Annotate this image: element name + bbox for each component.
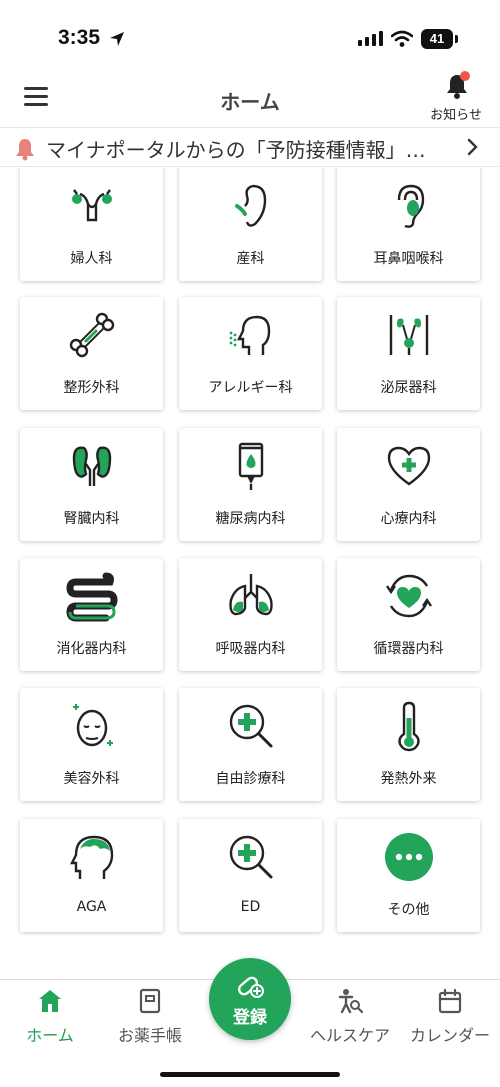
battery-tip: [455, 35, 458, 43]
category-label: 婦人科: [70, 251, 113, 267]
category-card[interactable]: 循環器内科: [337, 558, 480, 671]
category-card[interactable]: 自由診療科: [179, 688, 322, 801]
category-card[interactable]: 耳鼻咽喉科: [337, 168, 480, 281]
register-button[interactable]: 登録: [209, 958, 291, 1040]
category-card[interactable]: 産科: [179, 168, 322, 281]
lungs-icon: [225, 570, 277, 622]
allergy-head-icon: [225, 309, 277, 361]
notebook-icon: [139, 988, 161, 1014]
category-card[interactable]: AGA: [20, 819, 163, 932]
category-card[interactable]: 発熱外来: [337, 688, 480, 801]
tab-calendar[interactable]: カレンダー: [400, 980, 500, 1050]
chevron-right-icon: [467, 138, 478, 156]
category-card[interactable]: 消化器内科: [20, 558, 163, 671]
category-label: 産科: [236, 251, 265, 267]
category-label: 循環器内科: [373, 641, 444, 657]
thermometer-icon: [383, 700, 435, 752]
kidney-bladder-icon: [383, 309, 435, 361]
fetus-icon: [225, 180, 277, 232]
location-arrow-icon: [110, 32, 124, 46]
cellular-signal-icon: [358, 31, 383, 46]
heart-cross-icon: [383, 440, 435, 492]
category-card[interactable]: アレルギー科: [179, 297, 322, 410]
home-indicator: [160, 1072, 340, 1077]
category-label: 自由診療科: [215, 771, 286, 787]
category-card[interactable]: その他: [337, 819, 480, 932]
category-label: 心療内科: [380, 511, 437, 527]
battery-icon: 41: [421, 29, 453, 49]
bone-icon: [66, 309, 118, 361]
category-grid: 婦人科 産科 耳鼻咽喉科整形外科 アレルギー科 泌尿器科腎臓内科 糖尿病内科 心療内科消化器…: [0, 168, 500, 973]
category-label: AGA: [76, 899, 107, 915]
category-card[interactable]: 泌尿器科: [337, 297, 480, 410]
face-sparkle-icon: [66, 700, 118, 752]
category-label: その他: [387, 902, 430, 918]
heart-circulation-icon: [383, 570, 435, 622]
iv-drip-icon: [225, 440, 277, 492]
magnifier-cross-icon: [225, 831, 277, 883]
wifi-icon: [391, 30, 413, 47]
category-label: 呼吸器内科: [215, 641, 286, 657]
category-card[interactable]: 呼吸器内科: [179, 558, 322, 671]
kidneys-icon: [66, 440, 118, 492]
category-card[interactable]: 美容外科: [20, 688, 163, 801]
announcement-banner[interactable]: マイナポータルからの「予防接種情報」…: [0, 127, 500, 167]
category-label: 発熱外来: [380, 771, 437, 787]
tab-label: カレンダー: [409, 1026, 490, 1045]
category-label: 耳鼻咽喉科: [373, 251, 444, 267]
register-label: 登録: [233, 1008, 267, 1028]
more-dots-icon: [383, 831, 435, 883]
tab-medicine-notebook[interactable]: お薬手帳: [100, 980, 200, 1050]
notifications-button[interactable]: お知らせ: [424, 71, 488, 124]
announcement-bell-icon: [16, 139, 34, 161]
category-card[interactable]: ED: [179, 819, 322, 932]
notification-dot: [460, 71, 470, 81]
category-label: 美容外科: [63, 771, 120, 787]
home-icon: [39, 990, 61, 1012]
category-label: 糖尿病内科: [215, 511, 286, 527]
tab-healthcare[interactable]: ヘルスケア: [300, 980, 400, 1050]
category-label: 整形外科: [63, 380, 120, 396]
bell-icon: [444, 71, 470, 100]
category-card[interactable]: 腎臓内科: [20, 428, 163, 541]
tab-home[interactable]: ホーム: [0, 980, 100, 1050]
ear-icon: [383, 180, 435, 232]
tab-label: お薬手帳: [117, 1026, 182, 1045]
healthcare-icon: [338, 989, 363, 1014]
uterus-icon: [66, 180, 118, 232]
category-label: ED: [240, 899, 261, 915]
intestine-icon: [66, 570, 118, 622]
notifications-label: お知らせ: [430, 108, 482, 123]
status-bar: 3:35 41: [0, 0, 500, 70]
status-time: 3:35: [58, 26, 101, 49]
announcement-text: マイナポータルからの「予防接種情報」…: [46, 138, 426, 162]
magnifier-cross-icon: [225, 700, 277, 752]
category-card[interactable]: 整形外科: [20, 297, 163, 410]
category-label: 腎臓内科: [63, 511, 120, 527]
category-card[interactable]: 婦人科: [20, 168, 163, 281]
category-label: 泌尿器科: [380, 380, 437, 396]
category-label: アレルギー科: [208, 380, 293, 396]
category-card[interactable]: 糖尿病内科: [179, 428, 322, 541]
calendar-icon: [438, 988, 462, 1014]
app-header: ホーム お知らせ: [0, 70, 500, 126]
category-label: 消化器内科: [56, 641, 127, 657]
category-card[interactable]: 心療内科: [337, 428, 480, 541]
head-hair-icon: [66, 831, 118, 883]
pill-add-icon: [237, 976, 264, 998]
